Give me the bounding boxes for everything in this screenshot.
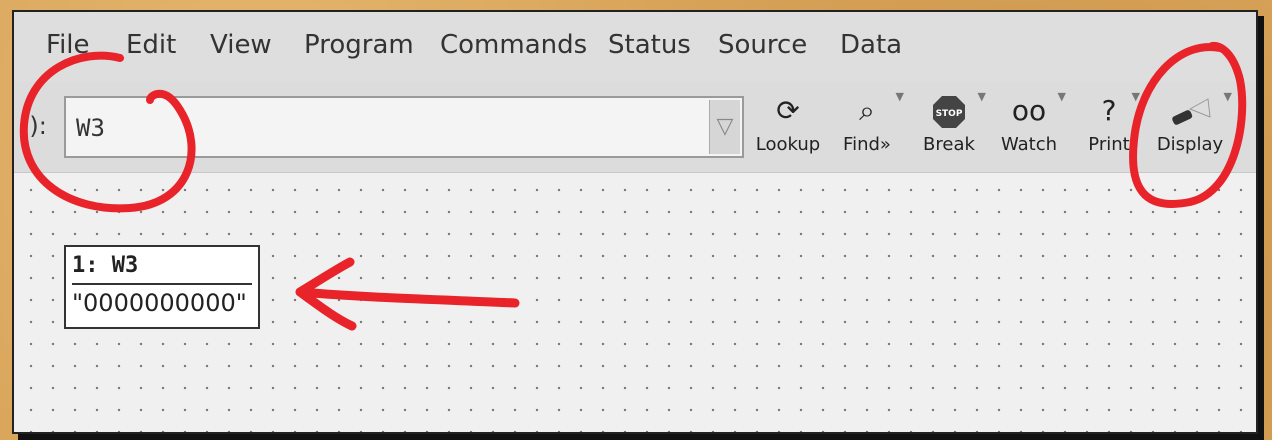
print-label: Print [1088, 134, 1130, 155]
eyes-icon: oo [1011, 94, 1047, 127]
break-label: Break [923, 134, 975, 155]
menu-file[interactable]: File [46, 30, 90, 60]
expression-dropdown-icon[interactable]: ▽ [709, 100, 740, 154]
expression-label: (): [20, 112, 47, 140]
break-button[interactable]: STOP Break ▼ [918, 88, 986, 166]
display-button[interactable]: Display ▼ [1154, 88, 1232, 166]
expression-input[interactable] [74, 108, 708, 148]
menu-commands[interactable]: Commands [440, 30, 587, 60]
menu-data[interactable]: Data [840, 30, 902, 60]
find-dropdown-icon[interactable]: ▼ [896, 90, 904, 103]
binoculars-icon: ⌕ [859, 94, 875, 127]
display-dropdown-icon[interactable]: ▼ [1224, 90, 1232, 103]
menu-view[interactable]: View [210, 30, 272, 60]
ddd-window: File Edit View Program Commands Status S… [12, 10, 1258, 434]
display-label: Display [1156, 134, 1224, 155]
toolbar: (): ▽ ⟳ Lookup ⌕ Find» ▼ STOP Break ▼ oo [14, 82, 1256, 173]
display-value: "0000000000" [72, 289, 247, 317]
expression-field[interactable]: ▽ [64, 96, 744, 158]
menu-edit[interactable]: Edit [126, 30, 176, 60]
find-label: Find» [843, 134, 891, 155]
watch-label: Watch [1000, 134, 1058, 155]
question-icon: ? [1101, 94, 1117, 127]
print-dropdown-icon[interactable]: ▼ [1132, 90, 1140, 103]
lookup-button[interactable]: ⟳ Lookup [752, 88, 824, 166]
menu-source[interactable]: Source [718, 30, 807, 60]
display-title: 1: W3 [72, 253, 252, 285]
lookup-icon: ⟳ [776, 94, 800, 127]
data-display-box[interactable]: 1: W3 "0000000000" [64, 245, 260, 329]
print-button[interactable]: ? Print ▼ [1084, 88, 1140, 166]
data-display-canvas[interactable]: 1: W3 "0000000000" [14, 173, 1256, 432]
menu-bar: File Edit View Program Commands Status S… [14, 12, 1256, 83]
stop-sign-icon: STOP [918, 88, 980, 134]
watch-dropdown-icon[interactable]: ▼ [1058, 90, 1066, 103]
svg-text:STOP: STOP [936, 109, 963, 119]
flashlight-icon [1154, 88, 1226, 134]
watch-button[interactable]: oo Watch ▼ [998, 88, 1066, 166]
find-button[interactable]: ⌕ Find» ▼ [836, 88, 904, 166]
menu-status[interactable]: Status [608, 30, 691, 60]
break-dropdown-icon[interactable]: ▼ [978, 90, 986, 103]
lookup-label: Lookup [755, 134, 821, 155]
menu-program[interactable]: Program [304, 30, 414, 60]
